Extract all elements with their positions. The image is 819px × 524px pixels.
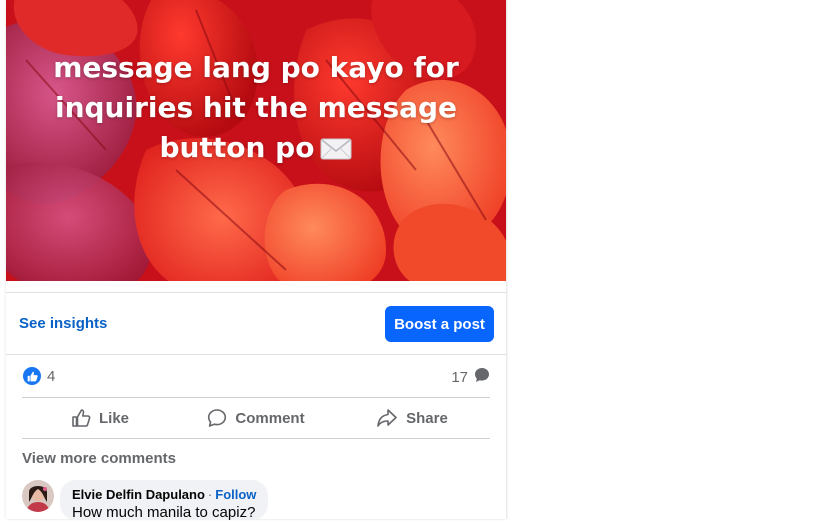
post-image-text: message lang po kayo for inquiries hit t… <box>46 48 466 172</box>
comment-text: How much manila to capiz? <box>72 504 256 521</box>
post-image[interactable]: message lang po kayo for inquiries hit t… <box>6 0 506 281</box>
divider <box>6 292 506 293</box>
avatar[interactable] <box>22 480 54 512</box>
comment-author[interactable]: Elvie Delfin Dapulano <box>72 487 205 502</box>
divider <box>22 438 490 439</box>
like-button[interactable]: Like <box>22 399 178 437</box>
comment-button[interactable]: Comment <box>178 399 334 437</box>
comment-count[interactable]: 17 <box>451 367 490 387</box>
like-label: Like <box>98 409 129 427</box>
follow-link[interactable]: Follow <box>215 487 256 502</box>
comment-bubble-icon <box>474 367 490 387</box>
comment-icon <box>208 409 227 427</box>
comment-count-value: 17 <box>451 368 468 386</box>
envelope-icon <box>320 132 352 172</box>
share-button[interactable]: Share <box>334 399 490 437</box>
reaction-count: 4 <box>47 367 56 385</box>
divider <box>6 354 506 355</box>
post-actions-bar: Like Comment Share <box>22 399 490 437</box>
share-label: Share <box>406 409 448 427</box>
post-card: message lang po kayo for inquiries hit t… <box>6 0 506 521</box>
comment-item: Elvie Delfin Dapulano · Follow How much ma… <box>22 480 269 521</box>
thumbs-up-icon <box>72 409 91 427</box>
view-more-comments-link[interactable]: View more comments <box>22 450 176 467</box>
comment-label: Comment <box>235 409 305 427</box>
like-reaction-icon <box>23 367 41 385</box>
comment-bubble: Elvie Delfin Dapulano · Follow How much ma… <box>60 480 269 521</box>
separator-dot: · <box>207 487 213 502</box>
divider <box>22 397 490 398</box>
post-image-caption: message lang po kayo for inquiries hit t… <box>53 51 459 164</box>
share-icon <box>377 409 397 427</box>
reactions-summary[interactable]: 4 <box>23 366 55 386</box>
boost-post-button[interactable]: Boost a post <box>385 306 494 342</box>
see-insights-link[interactable]: See insights <box>19 315 107 332</box>
